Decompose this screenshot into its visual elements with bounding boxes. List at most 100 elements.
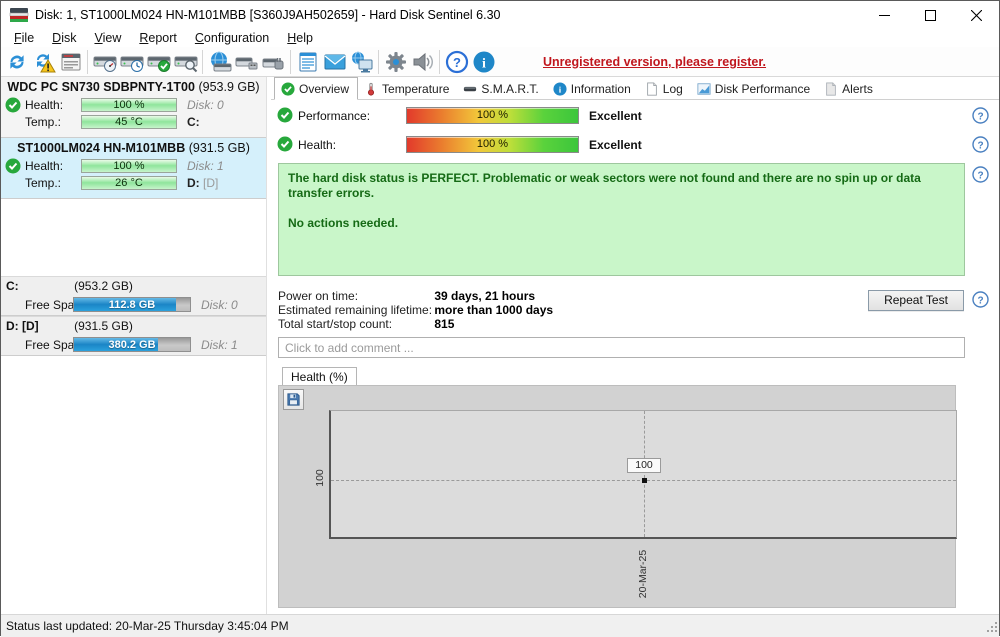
partition-size: (931.5 GB) (74, 319, 133, 333)
disk-list-item-0[interactable]: WDC PC SN730 SDBPNTY-1T00 (953.9 GB) Hea… (1, 77, 266, 138)
check-circle-icon (281, 81, 295, 96)
maximize-button[interactable] (907, 1, 953, 29)
alert-page-icon (824, 81, 838, 96)
disk-clock-icon[interactable] (118, 49, 145, 75)
temp-label: Temp.: (25, 176, 62, 190)
y-axis-tick: 100 (313, 469, 326, 487)
disk-number: Disk: 1 (187, 159, 224, 173)
title-bar: Disk: 1, ST1000LM024 HN-M101MBB [S360J9A… (1, 1, 999, 29)
main-panel: Overview Temperature S.M.A.R.T. i Inform… (271, 77, 999, 614)
register-link[interactable]: Unregistered version, please register. (543, 55, 766, 69)
status-text-2: No actions needed. (288, 216, 399, 230)
notes-icon[interactable] (294, 49, 321, 75)
health-label: Health: (298, 138, 337, 152)
refresh-icon[interactable] (3, 49, 30, 75)
tab-alerts[interactable]: Alerts (818, 78, 881, 99)
menu-help[interactable]: Help (278, 30, 322, 46)
save-graph-button[interactable] (283, 389, 304, 410)
help-icon[interactable]: ? (972, 136, 989, 153)
svg-text:?: ? (977, 171, 983, 182)
help-icon[interactable]: ? (972, 107, 989, 124)
x-axis-tick: 20-Mar-25 (637, 549, 650, 599)
disk-power-icon[interactable] (260, 49, 287, 75)
svg-text:?: ? (453, 55, 461, 70)
tab-information[interactable]: i Information (547, 78, 639, 99)
sidebar-spacer (1, 199, 266, 276)
stat-start-stop-count: Total start/stop count: 815 (278, 317, 455, 331)
network-disk-icon[interactable] (206, 49, 233, 75)
app-window: { "window": { "title": "Disk: 1, ST1000L… (0, 0, 1000, 637)
menu-bar: File Disk View Report Configuration Help (1, 29, 999, 47)
health-graph-tab[interactable]: Health (%) (282, 367, 357, 386)
toolbar-separator (378, 49, 379, 74)
resize-grip[interactable] (985, 620, 998, 636)
disk-check-icon[interactable] (145, 49, 172, 75)
tab-log[interactable]: Log (639, 78, 691, 99)
disk-usb-icon[interactable] (233, 49, 260, 75)
toolbar: ? i Unregistered version, please registe… (1, 47, 999, 77)
health-gauge: 100 % (81, 159, 177, 173)
menu-disk[interactable]: Disk (43, 30, 85, 46)
repeat-test-button[interactable]: Repeat Test (868, 290, 964, 311)
thermometer-icon (364, 82, 378, 96)
menu-report[interactable]: Report (130, 30, 186, 46)
settings-gear-icon[interactable] (382, 49, 409, 75)
page-icon (645, 81, 659, 96)
disk-ok-icon (5, 97, 21, 113)
disk-list-item-1[interactable]: ST1000LM024 HN-M101MBB (931.5 GB) Health… (1, 138, 266, 199)
health-rating: Excellent (589, 138, 642, 152)
workspace: WDC PC SN730 SDBPNTY-1T00 (953.9 GB) Hea… (1, 77, 999, 614)
partition-list-item-1[interactable]: D: [D] (931.5 GB) Free Space 380.2 GB Di… (1, 316, 266, 356)
health-history-plot: 100 (329, 410, 957, 539)
svg-text:?: ? (977, 141, 983, 152)
health-label: Health: (25, 98, 64, 112)
disk-sidebar: WDC PC SN730 SDBPNTY-1T00 (953.9 GB) Hea… (1, 77, 267, 614)
floppy-disk-icon (287, 393, 300, 406)
info-circle-icon: i (553, 81, 567, 96)
help-icon[interactable]: ? (972, 291, 989, 308)
tab-smart[interactable]: S.M.A.R.T. (457, 78, 546, 99)
disk-number: Disk: 0 (201, 298, 238, 312)
svg-text:?: ? (977, 296, 983, 307)
window-controls (861, 1, 999, 29)
partition-list-item-0[interactable]: C: (953.2 GB) Free Space 112.8 GB Disk: … (1, 276, 266, 316)
health-gauge: 100 % (81, 98, 177, 112)
svg-text:i: i (482, 56, 486, 71)
menu-configuration[interactable]: Configuration (186, 30, 278, 46)
speaker-icon[interactable] (409, 49, 436, 75)
comment-input[interactable] (278, 337, 965, 358)
help-icon[interactable]: ? (443, 49, 470, 75)
disk-search-icon[interactable] (172, 49, 199, 75)
close-button[interactable] (953, 1, 999, 29)
data-point (642, 478, 647, 483)
tab-overview[interactable]: Overview (274, 77, 359, 100)
app-logo-icon (9, 7, 29, 23)
temp-label: Temp.: (25, 115, 62, 129)
health-label: Health: (25, 159, 64, 173)
temp-gauge: 45 °C (81, 115, 177, 129)
email-icon[interactable] (321, 49, 348, 75)
tab-disk-performance[interactable]: Disk Performance (691, 78, 818, 99)
disk-name: ST1000LM024 HN-M101MBB (931.5 GB) (17, 141, 250, 155)
stat-remaining-lifetime: Estimated remaining lifetime: more than … (278, 303, 554, 317)
window-title: Disk: 1, ST1000LM024 HN-M101MBB [S360J9A… (35, 8, 501, 22)
health-graph-panel: 100 100 20-Mar-25 (278, 385, 957, 608)
gridline-x-date (644, 411, 645, 537)
menu-view[interactable]: View (85, 30, 130, 46)
status-bar: Status last updated: 20-Mar-25 Thursday … (1, 614, 999, 637)
disk-number: Disk: 1 (201, 338, 238, 352)
disk-name: WDC PC SN730 SDBPNTY-1T00 (953.9 GB) (7, 80, 260, 94)
network-pc-icon[interactable] (348, 49, 375, 75)
svg-text:?: ? (977, 112, 983, 123)
free-space-bar: 380.2 GB (73, 337, 191, 352)
refresh-warning-icon[interactable] (30, 49, 57, 75)
menu-file[interactable]: File (5, 30, 43, 46)
help-icon[interactable]: ? (972, 166, 989, 183)
tab-temperature[interactable]: Temperature (358, 78, 457, 99)
toolbar-separator (439, 49, 440, 74)
disk-gauge-icon[interactable] (91, 49, 118, 75)
status-text: The hard disk status is PERFECT. Problem… (288, 171, 921, 200)
report-icon[interactable] (57, 49, 84, 75)
minimize-button[interactable] (861, 1, 907, 29)
info-icon[interactable]: i (470, 49, 497, 75)
